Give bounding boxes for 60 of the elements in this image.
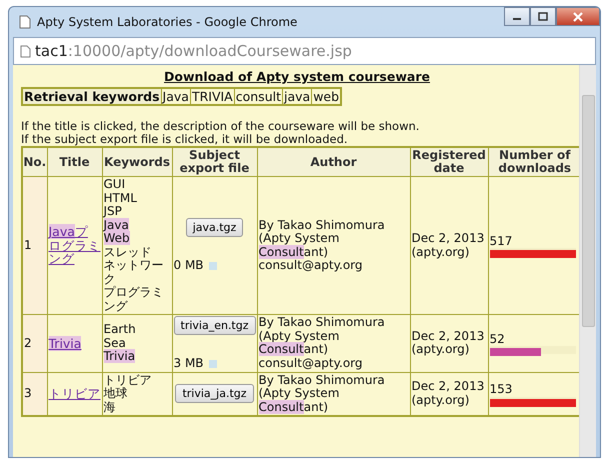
row-number: 1 <box>24 238 32 252</box>
download-button[interactable]: trivia_ja.tgz <box>175 384 254 404</box>
row-number: 3 <box>24 386 32 400</box>
column-header: Keywords <box>102 147 172 176</box>
keyword-text: プログラミング <box>104 286 164 313</box>
keyword-text: 海 <box>104 400 116 414</box>
author-text: By Takao Shimomura (Apty System Consultant) consult@apty.org <box>258 218 386 272</box>
keyword-text: トリビア <box>104 374 152 387</box>
size-bar-icon <box>208 262 217 270</box>
column-header: No. <box>22 147 47 176</box>
row-number: 2 <box>24 336 32 350</box>
registered-date: Dec 2, 2013 (apty.org) <box>412 330 486 357</box>
keyword-text: JSP <box>104 205 122 218</box>
close-icon <box>572 12 584 22</box>
download-count: 517 <box>490 234 512 248</box>
scrollbar-thumb[interactable] <box>582 95 594 327</box>
keyword-cell: Java <box>162 89 191 104</box>
keyword-text: Java <box>104 218 129 232</box>
download-button[interactable]: trivia_en.tgz <box>174 316 256 335</box>
keyword-text: ネットワーク <box>104 259 164 286</box>
file-size: 3 MB <box>174 357 204 370</box>
column-header: Title <box>47 147 102 176</box>
keyword-cell: web <box>312 89 340 104</box>
instruction-text: If the title is clicked, the description of the courseware will be shown. <box>21 120 420 133</box>
page-icon <box>20 44 31 58</box>
keyword-cell: java <box>283 89 312 104</box>
registered-date: Dec 2, 2013 (apty.org) <box>412 380 486 408</box>
page-heading: Download of Apty system courseware <box>163 69 431 84</box>
size-bar-icon <box>208 360 217 368</box>
file-size: 0 MB <box>174 259 204 273</box>
download-count: 153 <box>490 383 512 396</box>
url-text: tac1:10000/apty/downloadCourseware.jsp <box>35 42 352 60</box>
column-header: Subject export file <box>172 147 257 176</box>
window-title: Apty System Laboratories - Google Chrome <box>37 15 298 29</box>
keyword-text: Sea <box>104 336 126 350</box>
author-text: By Takao Shimomura (Apty System Consultant) consult@apty.org <box>258 316 386 370</box>
keyword-text: GUI <box>104 178 126 192</box>
keyword-cell: TRIVIA <box>190 89 235 104</box>
keywords-label: Retrieval keywords <box>23 89 162 104</box>
keyword-text: Web <box>104 232 130 246</box>
keyword-cell: consult <box>234 89 283 104</box>
column-header: Registered date <box>410 147 488 176</box>
minimize-button[interactable] <box>504 7 530 26</box>
instruction-text: If the subject export file is clicked, it will be downloaded. <box>21 133 349 146</box>
keyword-text: Trivia <box>104 350 136 364</box>
close-button[interactable] <box>556 7 600 26</box>
download-button[interactable]: java.tgz <box>186 218 244 238</box>
column-header: Number of downloads <box>488 147 579 176</box>
keyword-text: Earth <box>104 323 136 336</box>
keyword-text: 地球 <box>104 387 128 400</box>
registered-date: Dec 2, 2013 (apty.org) <box>412 232 486 259</box>
author-text: By Takao Shimomura (Apty System Consultant) <box>258 374 386 414</box>
keyword-text: スレッド <box>104 246 152 259</box>
page-icon <box>19 15 31 29</box>
keyword-text: HTML <box>104 192 137 205</box>
maximize-icon <box>538 12 548 21</box>
column-header: Author <box>257 147 410 176</box>
maximize-button[interactable] <box>530 7 556 26</box>
download-count: 52 <box>490 332 505 346</box>
address-bar[interactable]: tac1:10000/apty/downloadCourseware.jsp <box>13 37 596 65</box>
